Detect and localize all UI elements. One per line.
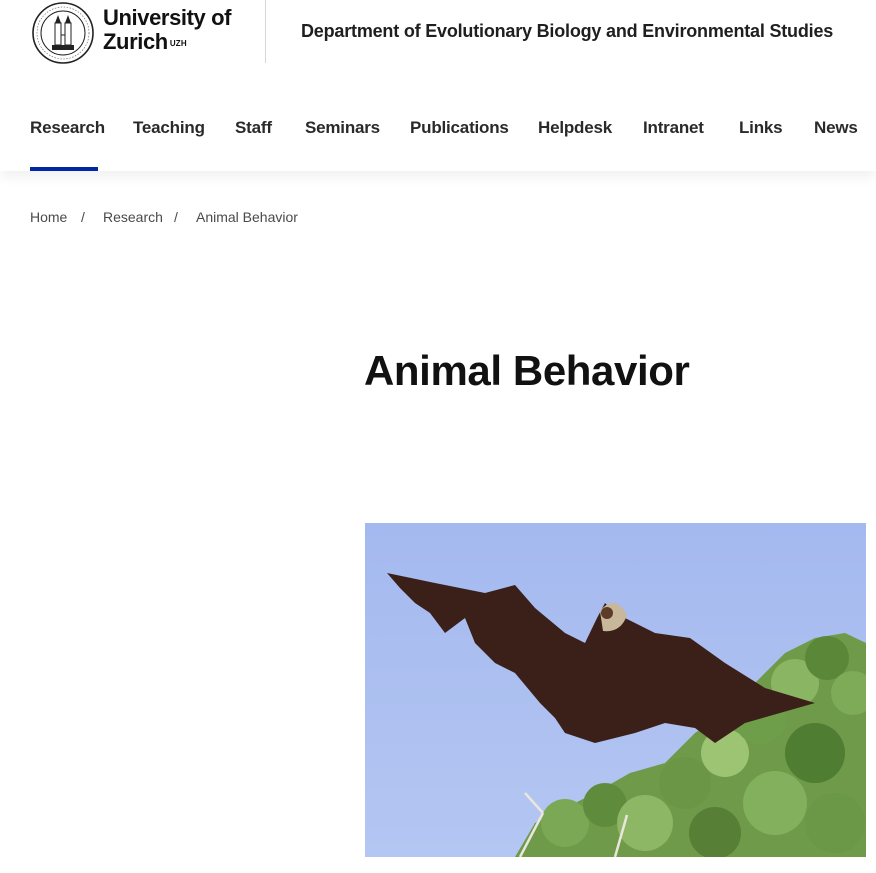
main-nav: Research Teaching Staff Seminars Publica… bbox=[0, 118, 876, 171]
breadcrumb-research[interactable]: Research bbox=[103, 209, 163, 225]
site-header: University of Zurich UZH Department of Ev… bbox=[0, 0, 876, 171]
nav-item-news[interactable]: News bbox=[814, 118, 858, 171]
nav-item-intranet[interactable]: Intranet bbox=[643, 118, 704, 171]
logo-line2: Zurich bbox=[103, 29, 168, 54]
logo-superscript: UZH bbox=[169, 39, 187, 48]
hero-image-bat bbox=[365, 523, 866, 857]
bat-photo bbox=[365, 523, 866, 857]
department-name-link[interactable]: Department of Evolutionary Biology and E… bbox=[301, 21, 833, 42]
nav-item-seminars[interactable]: Seminars bbox=[305, 118, 380, 171]
nav-item-staff[interactable]: Staff bbox=[235, 118, 272, 171]
logo-line2-wrap: Zurich UZH bbox=[103, 30, 231, 54]
nav-item-links[interactable]: Links bbox=[739, 118, 783, 171]
nav-item-teaching[interactable]: Teaching bbox=[133, 118, 205, 171]
nav-item-research[interactable]: Research bbox=[30, 118, 105, 171]
breadcrumb-separator: / bbox=[174, 209, 178, 225]
nav-item-helpdesk[interactable]: Helpdesk bbox=[538, 118, 612, 171]
logo-line1: University of bbox=[103, 5, 232, 30]
university-seal-icon bbox=[32, 2, 94, 64]
breadcrumb-separator: / bbox=[81, 209, 85, 225]
logo-wordmark: University of Zurich UZH bbox=[103, 6, 231, 54]
uzh-logo[interactable]: University of Zurich UZH bbox=[30, 0, 240, 66]
nav-item-publications[interactable]: Publications bbox=[410, 118, 509, 171]
header-divider bbox=[265, 0, 266, 63]
breadcrumb-current: Animal Behavior bbox=[196, 209, 298, 225]
breadcrumb-home[interactable]: Home bbox=[30, 209, 67, 225]
page-title: Animal Behavior bbox=[364, 347, 690, 394]
